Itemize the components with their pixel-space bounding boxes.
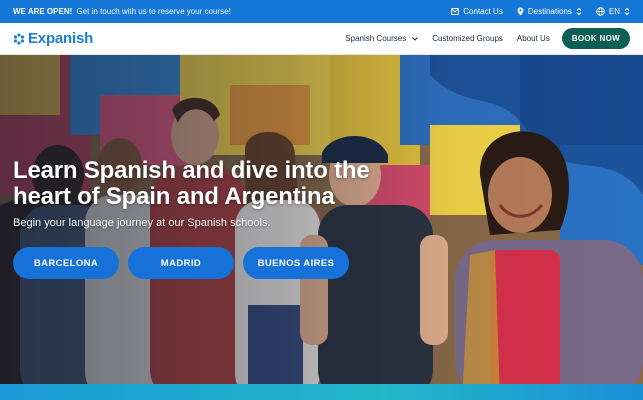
nav-links: Spanish Courses Customized Groups About … [345,34,550,43]
nav-spanish-courses-label: Spanish Courses [345,34,407,43]
announcement-text[interactable]: WE ARE OPEN! Get in touch with us to res… [13,7,451,16]
logo-text: Expanish [28,30,94,47]
sort-arrows-icon [624,7,630,16]
destinations-dropdown[interactable]: Destinations [517,7,582,16]
barcelona-button[interactable]: BARCELONA [13,247,119,279]
map-pin-icon [517,7,524,16]
site-logo[interactable]: Expanish [13,30,345,47]
announcement-message: Get in touch with us to reserve your cou… [76,7,231,16]
topbar-links: Contact Us Destinations EN [451,7,630,16]
nav-customized-groups[interactable]: Customized Groups [432,34,503,43]
chevron-down-icon [412,36,419,41]
nav-about-us[interactable]: About Us [517,34,550,43]
language-selector[interactable]: EN [596,7,630,16]
nav-spanish-courses[interactable]: Spanish Courses [345,34,419,43]
hero-section: Learn Spanish and dive into the heart of… [0,55,643,400]
madrid-button[interactable]: MADRID [128,247,234,279]
hero-subheadline: Begin your language journey at our Spani… [13,217,271,229]
city-buttons: BARCELONA MADRID BUENOS AIRES [13,247,349,279]
next-section-strip [0,384,643,400]
nav-about-us-label: About Us [516,34,550,43]
main-navbar: Expanish Spanish Courses Customized Grou… [0,23,643,55]
hero-headline: Learn Spanish and dive into the heart of… [13,157,370,210]
language-label: EN [608,7,620,16]
buenos-aires-button[interactable]: BUENOS AIRES [243,247,349,279]
book-now-button[interactable]: BOOK NOW [561,28,630,49]
sort-arrows-icon [576,7,582,16]
expanish-logo-icon [13,32,25,45]
mail-icon [451,8,460,15]
announcement-bar: WE ARE OPEN! Get in touch with us to res… [0,0,643,23]
destinations-label: Destinations [527,7,572,16]
nav-customized-groups-label: Customized Groups [432,34,503,43]
globe-icon [596,7,605,16]
contact-link[interactable]: Contact Us [451,7,503,16]
contact-label: Contact Us [463,7,503,16]
announcement-bold: WE ARE OPEN! [13,7,73,16]
